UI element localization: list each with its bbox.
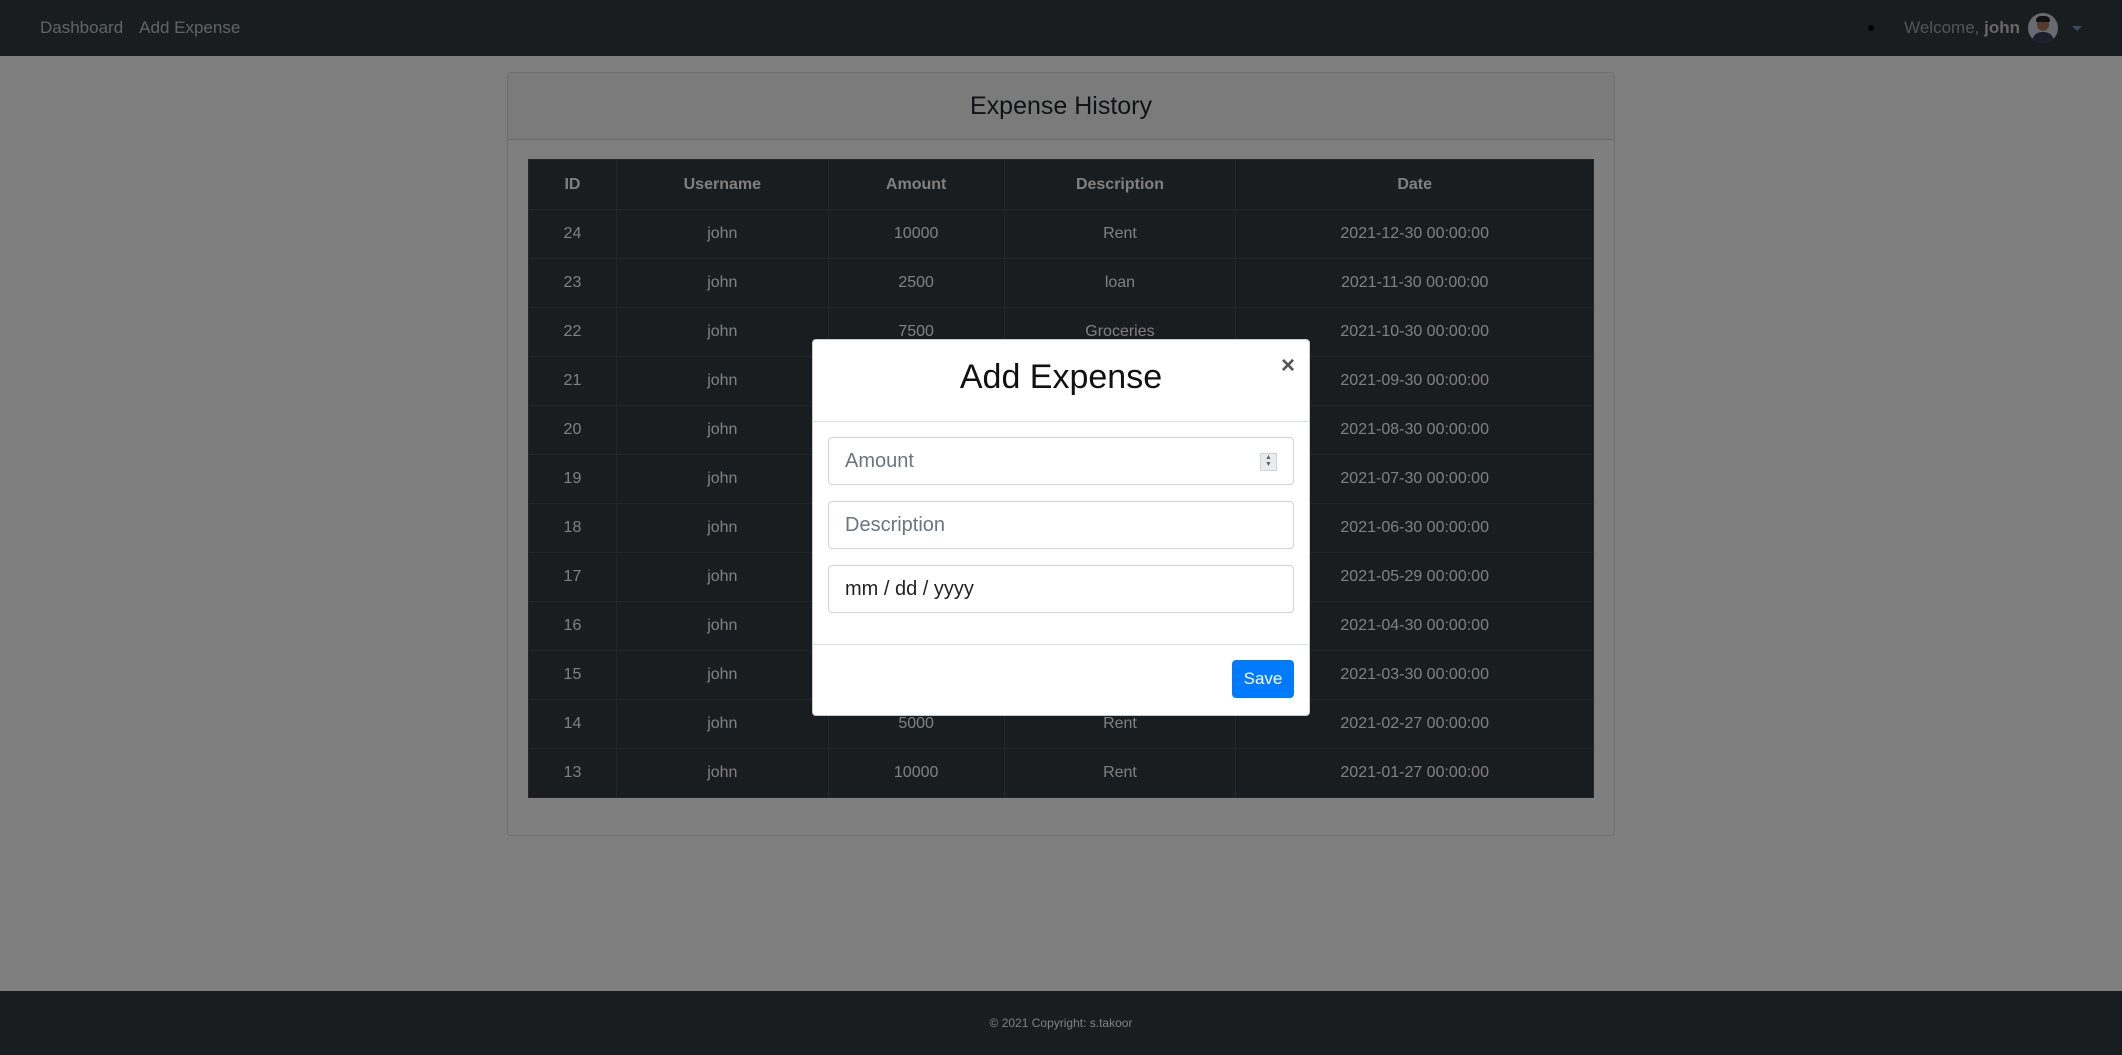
amount-placeholder: Amount <box>845 449 914 472</box>
save-button[interactable]: Save <box>1232 660 1294 698</box>
amount-input[interactable]: Amount ▲ ▼ <box>828 437 1294 485</box>
number-spinner-icon[interactable]: ▲ ▼ <box>1260 453 1277 471</box>
date-input[interactable]: mm / dd / yyyy <box>828 565 1294 613</box>
modal-header: Add Expense × <box>813 340 1309 422</box>
date-placeholder: mm / dd / yyyy <box>845 577 974 600</box>
add-expense-modal: Add Expense × Amount ▲ ▼ Description mm /… <box>812 339 1310 716</box>
description-placeholder: Description <box>845 513 946 536</box>
description-input[interactable]: Description <box>828 501 1294 549</box>
modal-footer: Save <box>813 644 1309 715</box>
close-icon[interactable]: × <box>1281 354 1295 378</box>
modal-title: Add Expense <box>959 358 1163 396</box>
modal-body: Amount ▲ ▼ Description mm / dd / yyyy <box>813 422 1309 613</box>
